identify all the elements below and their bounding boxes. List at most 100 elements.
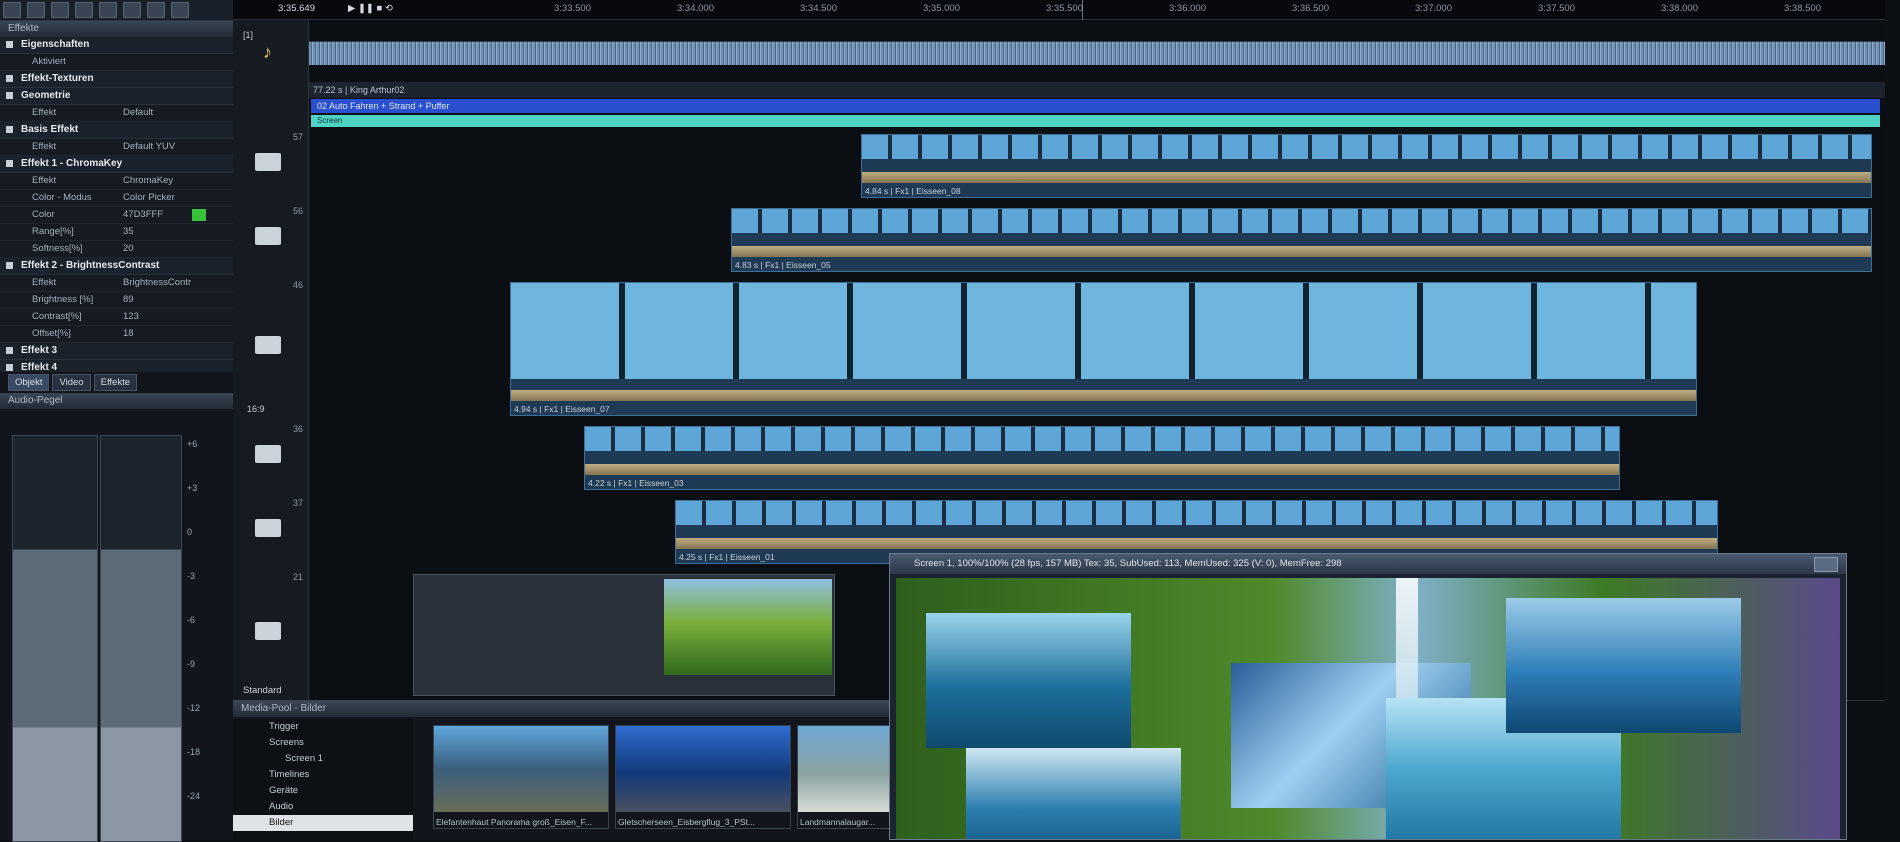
- property-row[interactable]: Range[%] 35: [0, 224, 233, 241]
- screen-icon: [255, 622, 281, 640]
- property-value[interactable]: 35: [123, 224, 134, 240]
- property-row[interactable]: Effekt Default YUV: [0, 139, 233, 156]
- video-clip[interactable]: [413, 574, 835, 696]
- media-tree-item[interactable]: Geräte: [233, 783, 413, 799]
- media-tree-item[interactable]: Bilder: [233, 815, 413, 831]
- property-row[interactable]: Effekt ChromaKey: [0, 173, 233, 190]
- teal-clip[interactable]: Screen: [311, 115, 1880, 127]
- expand-icon[interactable]: [6, 40, 13, 48]
- property-value[interactable]: ChromaKey: [123, 173, 173, 189]
- play-button[interactable]: ▶ ❚❚ ■ ⟲: [348, 3, 393, 14]
- meter-scale-label: -3: [187, 571, 196, 581]
- clip-label: 4.22 s | Fx1 | Eisseen_03: [588, 478, 684, 488]
- property-row[interactable]: Aktiviert: [0, 54, 233, 71]
- copy-icon[interactable]: [51, 2, 69, 18]
- property-value[interactable]: Default: [123, 105, 153, 121]
- property-row[interactable]: Offset[%] 18: [0, 326, 233, 343]
- media-tree-item[interactable]: Audio: [233, 799, 413, 815]
- print-icon[interactable]: [123, 2, 141, 18]
- clip-thumbnails: [511, 283, 1696, 379]
- expand-icon[interactable]: [6, 261, 13, 269]
- tab-video[interactable]: Video: [52, 374, 91, 391]
- save-icon[interactable]: [3, 2, 21, 18]
- property-value[interactable]: 89: [123, 292, 134, 308]
- property-row[interactable]: Effekt BrightnessContr: [0, 275, 233, 292]
- property-value[interactable]: Default YUV: [123, 139, 175, 155]
- preview-window[interactable]: Screen 1, 100%/100% (28 fps, 157 MB) Tex…: [889, 553, 1847, 840]
- blue-clip-label: 02 Auto Fahren + Strand + Puffer: [317, 101, 450, 111]
- cut-icon[interactable]: [27, 2, 45, 18]
- video-clip[interactable]: 4.94 s | Fx1 | Eisseen_07: [510, 282, 1697, 416]
- video-clip[interactable]: 4.83 s | Fx1 | Eisseen_05: [731, 208, 1872, 272]
- video-track-header[interactable]: 37: [233, 494, 309, 568]
- audio-waveform[interactable]: [309, 41, 1885, 65]
- meter-scale-label: +3: [187, 483, 198, 493]
- close-icon[interactable]: [171, 2, 189, 18]
- effect-section[interactable]: Effekt 4: [0, 360, 233, 372]
- blue-clip[interactable]: 02 Auto Fahren + Strand + Puffer: [311, 99, 1880, 113]
- media-tree-item[interactable]: Trigger: [233, 719, 413, 735]
- timeline-ruler[interactable]: 3:35.649 ▶ ❚❚ ■ ⟲ 3:33.500 3:34.000 3:34.5…: [233, 0, 1885, 20]
- video-track-header[interactable]: 36: [233, 420, 309, 494]
- media-tree-item[interactable]: Screens: [233, 735, 413, 751]
- property-row[interactable]: Contrast[%] 123: [0, 309, 233, 326]
- expand-icon[interactable]: [6, 363, 13, 371]
- delete-icon[interactable]: [99, 2, 117, 18]
- effect-section[interactable]: Effekt 3: [0, 343, 233, 360]
- effect-section[interactable]: Eigenschaften: [0, 37, 233, 54]
- video-track-header[interactable]: 57: [233, 128, 309, 202]
- preview-canvas: [896, 578, 1840, 839]
- property-row[interactable]: Effekt Default: [0, 105, 233, 122]
- video-track-header[interactable]: 56: [233, 202, 309, 276]
- property-key: Range[%]: [32, 226, 74, 237]
- effect-section[interactable]: Effekt 2 - BrightnessContrast: [0, 258, 233, 275]
- effect-section[interactable]: Basis Effekt: [0, 122, 233, 139]
- effect-section[interactable]: Effekt-Texturen: [0, 71, 233, 88]
- thumbnail-caption: Elefantenhaut Panorama groß_Eisen_F...: [436, 817, 592, 827]
- property-value[interactable]: BrightnessContr: [123, 275, 191, 291]
- video-clip[interactable]: 4.22 s | Fx1 | Eisseen_03: [584, 426, 1620, 490]
- video-clip[interactable]: 4.84 s | Fx1 | Eisseen_08: [861, 134, 1872, 198]
- media-thumbnail[interactable]: Elefantenhaut Panorama groß_Eisen_F...: [433, 725, 609, 829]
- settings-icon[interactable]: [147, 2, 165, 18]
- effect-section[interactable]: Geometrie: [0, 88, 233, 105]
- blue-track: 02 Auto Fahren + Strand + Puffer: [233, 98, 1885, 115]
- property-key: Color - Modus: [32, 192, 92, 203]
- maximize-button[interactable]: [1814, 557, 1838, 572]
- clip-volume-strip: [732, 246, 1871, 257]
- track-number: 57: [292, 132, 303, 142]
- video-track-header[interactable]: 21 Standard: [233, 568, 309, 700]
- effect-section[interactable]: Effekt 1 - ChromaKey: [0, 156, 233, 173]
- clip-volume-strip: [862, 172, 1871, 183]
- property-value[interactable]: 18: [123, 326, 134, 342]
- property-value[interactable]: 47D3FFF: [123, 207, 163, 223]
- video-track-header[interactable]: 46 16:9: [233, 276, 309, 420]
- clip-volume-strip: [676, 538, 1717, 549]
- property-key: Offset[%]: [32, 328, 71, 339]
- media-tree-item[interactable]: Timelines: [233, 767, 413, 783]
- property-value[interactable]: Color Picker: [123, 190, 175, 206]
- tab-objekt[interactable]: Objekt: [8, 374, 50, 391]
- media-thumbnail[interactable]: Gletscherseen_Eisbergflug_3_PSt...: [615, 725, 791, 829]
- expand-icon[interactable]: [6, 125, 13, 133]
- expand-icon[interactable]: [6, 91, 13, 99]
- property-row[interactable]: Softness[%] 20: [0, 241, 233, 258]
- property-value[interactable]: 20: [123, 241, 134, 257]
- expand-icon[interactable]: [6, 346, 13, 354]
- thumbnail-image: [434, 726, 608, 812]
- panel-tabs: Objekt Video Effekte: [0, 372, 233, 393]
- audio-track-number: [1]: [243, 30, 254, 40]
- expand-icon[interactable]: [6, 159, 13, 167]
- expand-icon[interactable]: [6, 74, 13, 82]
- media-tree-item[interactable]: Screen 1: [233, 751, 413, 767]
- property-key: Color: [32, 209, 55, 220]
- color-swatch[interactable]: [192, 209, 206, 221]
- property-value[interactable]: 123: [123, 309, 139, 325]
- property-key: Effekt: [32, 277, 57, 288]
- property-row[interactable]: Color 47D3FFF: [0, 207, 233, 224]
- paste-icon[interactable]: [75, 2, 93, 18]
- property-row[interactable]: Brightness [%] 89: [0, 292, 233, 309]
- property-row[interactable]: Color - Modus Color Picker: [0, 190, 233, 207]
- track-number: 37: [292, 498, 303, 508]
- tab-effekte[interactable]: Effekte: [93, 374, 138, 391]
